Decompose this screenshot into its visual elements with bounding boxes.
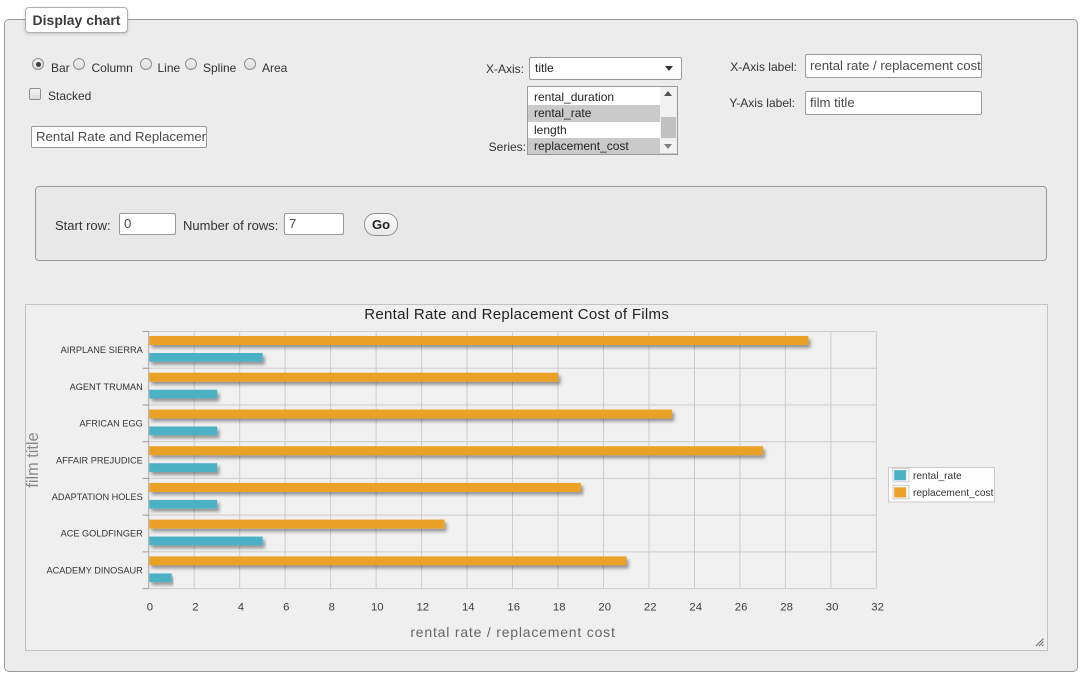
- svg-text:10: 10: [371, 602, 384, 614]
- svg-text:12: 12: [417, 602, 430, 614]
- svg-text:AFFAIR PREJUDICE: AFFAIR PREJUDICE: [56, 455, 143, 465]
- svg-text:Rental Rate and Replacement Co: Rental Rate and Replacement Cost of Film…: [364, 306, 669, 323]
- svg-text:AFRICAN EGG: AFRICAN EGG: [79, 419, 142, 429]
- svg-text:rental rate / replacement cost: rental rate / replacement cost: [410, 624, 615, 640]
- svg-text:AGENT TRUMAN: AGENT TRUMAN: [70, 382, 143, 392]
- svg-text:14: 14: [462, 602, 475, 614]
- svg-text:ACE GOLDFINGER: ACE GOLDFINGER: [61, 529, 144, 539]
- svg-text:AIRPLANE SIERRA: AIRPLANE SIERRA: [61, 345, 144, 355]
- svg-text:18: 18: [553, 602, 566, 614]
- svg-text:28: 28: [780, 602, 793, 614]
- svg-text:ACADEMY DINOSAUR: ACADEMY DINOSAUR: [46, 565, 143, 575]
- svg-text:replacement_cost: replacement_cost: [913, 488, 994, 499]
- svg-text:20: 20: [598, 602, 611, 614]
- svg-text:22: 22: [644, 602, 657, 614]
- svg-text:32: 32: [871, 602, 884, 614]
- svg-text:30: 30: [826, 602, 839, 614]
- svg-text:2: 2: [192, 602, 198, 614]
- svg-text:film title: film title: [26, 432, 42, 487]
- svg-text:0: 0: [147, 602, 153, 614]
- svg-text:ADAPTATION HOLES: ADAPTATION HOLES: [52, 492, 143, 502]
- svg-text:6: 6: [283, 602, 289, 614]
- svg-text:rental_rate: rental_rate: [913, 471, 962, 482]
- svg-text:24: 24: [689, 602, 702, 614]
- svg-text:4: 4: [238, 602, 244, 614]
- svg-text:8: 8: [329, 602, 335, 614]
- svg-text:16: 16: [507, 602, 520, 614]
- svg-text:26: 26: [735, 602, 748, 614]
